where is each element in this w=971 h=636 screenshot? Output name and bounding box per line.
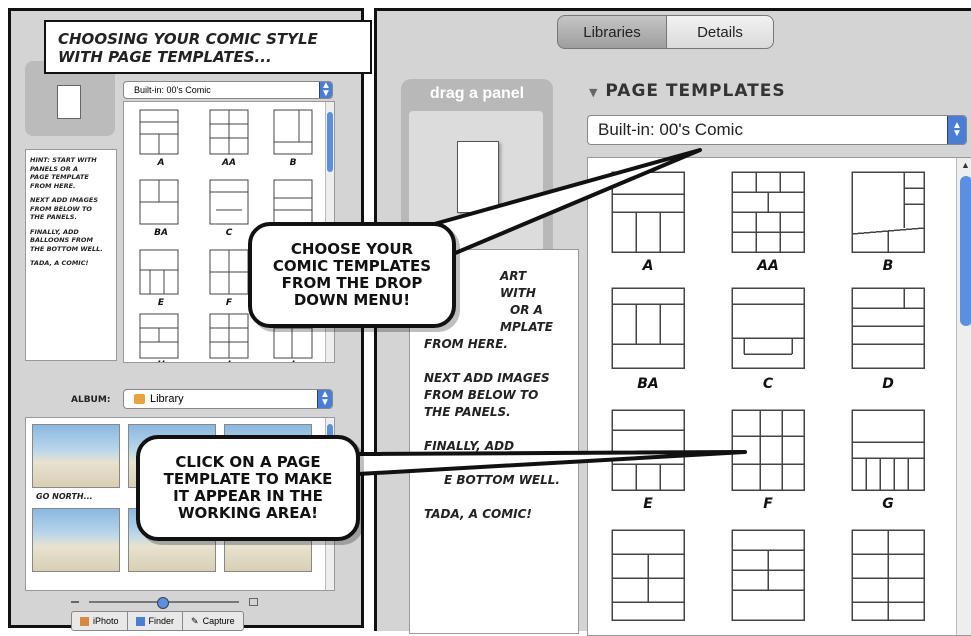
template-dropdown-small[interactable]: Built-in: 00's Comic ▲ ▼ xyxy=(123,81,333,99)
small-label-c: C xyxy=(225,228,233,238)
template-scrollbar[interactable]: ▲ xyxy=(956,158,971,635)
capture-icon: ✎ xyxy=(191,615,199,626)
zoom-slider[interactable] xyxy=(71,597,261,609)
small-label-j: J xyxy=(278,360,308,362)
template-label-aa: AA xyxy=(757,258,779,274)
template-label-b: B xyxy=(882,258,894,274)
template-b[interactable] xyxy=(851,171,925,253)
source-buttons: iPhoto Finder ✎ Capture xyxy=(71,611,244,631)
template-c[interactable] xyxy=(731,287,805,369)
template-label-c: C xyxy=(762,376,774,392)
small-label-aa: AA xyxy=(222,158,236,168)
finder-icon xyxy=(135,616,145,626)
template-h[interactable] xyxy=(611,529,685,621)
finder-button[interactable]: Finder xyxy=(127,611,184,631)
template-e[interactable] xyxy=(611,409,685,491)
small-label-f: F xyxy=(225,298,233,308)
photo-caption: GO NORTH... xyxy=(36,492,93,501)
photo-thumb[interactable] xyxy=(32,508,120,572)
template-i[interactable] xyxy=(731,529,805,621)
page-templates-title[interactable]: ▼ PAGE TEMPLATES xyxy=(589,81,786,101)
template-ba[interactable] xyxy=(611,287,685,369)
template-label-f: F xyxy=(763,496,773,512)
scroll-thumb[interactable] xyxy=(960,176,971,326)
templates-svg[interactable] xyxy=(588,158,958,636)
small-label-h: H xyxy=(146,360,176,362)
small-label-a: A xyxy=(157,158,165,168)
photo-thumb[interactable] xyxy=(32,424,120,488)
right-comic-panel: Libraries Details drag a panel ▼ PAGE TE… xyxy=(374,8,971,636)
comic-caption-box: CHOOSING YOUR COMIC STYLE WITH PAGE TEMP… xyxy=(44,20,372,74)
template-label-a: A xyxy=(642,258,654,274)
small-label-ba: BA xyxy=(154,228,168,238)
template-label-g: G xyxy=(882,496,894,512)
template-grid: A AA B BA C D E F G ▲ xyxy=(587,157,971,636)
drag-panel-title: drag a panel xyxy=(429,85,525,102)
template-dropdown[interactable]: Built-in: 00's Comic ▲ ▼ xyxy=(587,115,967,145)
album-label: ALBUM: xyxy=(71,395,111,405)
template-label-d: D xyxy=(882,376,894,392)
library-icon xyxy=(134,394,145,404)
tab-libraries[interactable]: Libraries xyxy=(557,15,667,49)
small-label-e: E xyxy=(157,298,165,308)
template-label-e: E xyxy=(643,496,653,512)
template-j[interactable] xyxy=(851,529,925,621)
capture-button[interactable]: ✎ Capture xyxy=(183,611,244,631)
small-label-b: B xyxy=(289,158,297,168)
hint-box-small: HINT: START WITH PANELS OR A PAGE TEMPLA… xyxy=(25,149,117,361)
template-a[interactable] xyxy=(611,171,685,253)
album-dropdown[interactable]: Library ▲ ▼ xyxy=(123,389,333,409)
template-g[interactable] xyxy=(851,409,925,491)
small-label-i: I xyxy=(214,360,244,362)
disclosure-triangle-icon: ▼ xyxy=(589,86,599,99)
speech-bubble-click: CLICK ON A PAGE TEMPLATE TO MAKE IT APPE… xyxy=(136,435,360,541)
template-d[interactable] xyxy=(851,287,925,369)
template-label-ba: BA xyxy=(637,376,659,392)
iphoto-icon xyxy=(80,616,89,626)
template-f[interactable] xyxy=(731,409,805,491)
template-aa[interactable] xyxy=(731,171,805,253)
speech-bubble-choose: CHOOSE YOUR COMIC TEMPLATES FROM THE DRO… xyxy=(248,222,456,328)
iphoto-button[interactable]: iPhoto xyxy=(71,611,128,631)
scroll-up-arrow-icon[interactable]: ▲ xyxy=(961,160,970,170)
tab-details[interactable]: Details xyxy=(667,15,774,49)
tab-bar: Libraries Details xyxy=(557,15,774,49)
slider-knob[interactable] xyxy=(157,597,169,609)
